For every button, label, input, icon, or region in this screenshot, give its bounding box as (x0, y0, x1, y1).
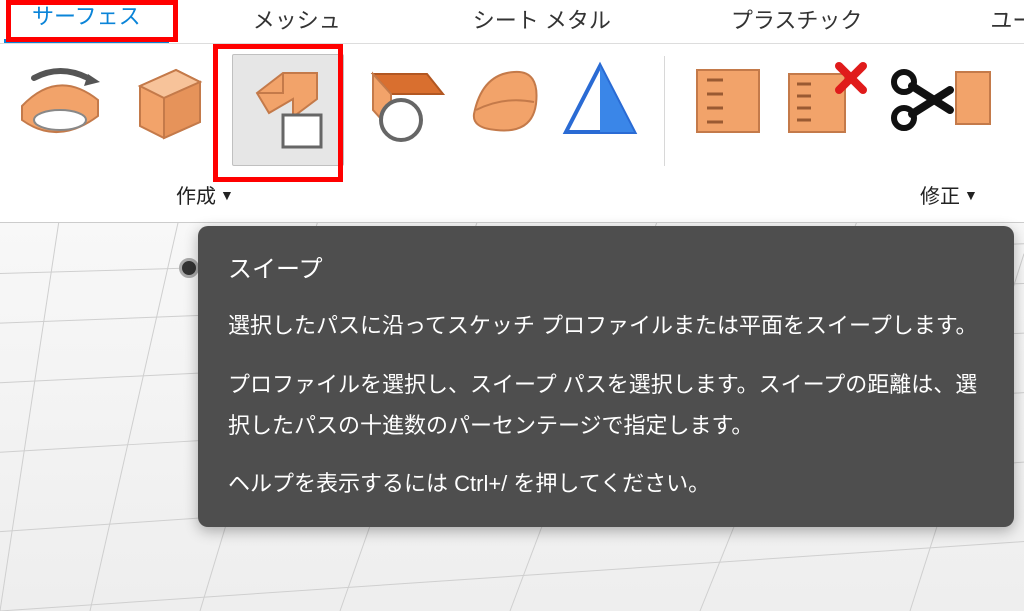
toolbar-divider (664, 56, 665, 166)
tool-presspull[interactable] (683, 54, 773, 152)
group-label-modify-text: 修正 (920, 180, 960, 209)
tab-surface[interactable]: サーフェス (4, 0, 169, 43)
loft-icon (365, 60, 447, 147)
tool-plane[interactable] (556, 54, 646, 152)
revolve-icon (12, 60, 110, 147)
tab-sheetmetal[interactable]: シート メタル (445, 0, 639, 43)
patch-icon (462, 60, 544, 147)
plane-icon (560, 60, 642, 147)
tooltip-paragraph-2: プロファイルを選択し、スイープ パスを選択します。スイープの距離は、選択したパス… (228, 365, 984, 446)
tool-patch[interactable] (458, 54, 548, 152)
tab-utility[interactable]: ユーティリ (962, 0, 1024, 43)
group-label-modify[interactable]: 修正 ▼ (920, 180, 978, 209)
dropdown-arrow-icon: ▼ (220, 187, 234, 203)
presspull-icon (689, 60, 767, 147)
tab-plastic[interactable]: プラスチック (703, 0, 891, 43)
tool-trim[interactable] (879, 54, 999, 152)
tooltip-paragraph-1: 選択したパスに沿ってスケッチ プロファイルまたは平面をスイープします。 (228, 306, 984, 347)
trim-icon (884, 60, 994, 147)
tool-sweep[interactable] (232, 54, 344, 166)
tool-loft[interactable] (362, 54, 450, 152)
presspull-delete-icon (783, 60, 869, 147)
tool-revolve[interactable] (6, 54, 116, 152)
tool-presspull-delete[interactable] (781, 54, 871, 152)
ribbon-toolbar: 作成 ▼ 修正 ▼ (0, 44, 1024, 214)
group-label-create[interactable]: 作成 ▼ (176, 180, 234, 209)
dropdown-arrow-icon: ▼ (964, 187, 978, 203)
tooltip-paragraph-3: ヘルプを表示するには Ctrl+/ を押してください。 (228, 464, 984, 505)
tooltip-title: スイープ (228, 248, 984, 292)
sweep-icon (239, 59, 337, 162)
timeline-dot (179, 258, 199, 278)
tool-box[interactable] (124, 54, 214, 152)
tooltip-sweep: スイープ 選択したパスに沿ってスケッチ プロファイルまたは平面をスイープします。… (198, 226, 1014, 527)
box-icon (128, 60, 210, 147)
ribbon-tabbar: サーフェス メッシュ シート メタル プラスチック ユーティリ (0, 0, 1024, 44)
group-label-create-text: 作成 (176, 180, 216, 209)
tab-mesh[interactable]: メッシュ (225, 0, 369, 43)
